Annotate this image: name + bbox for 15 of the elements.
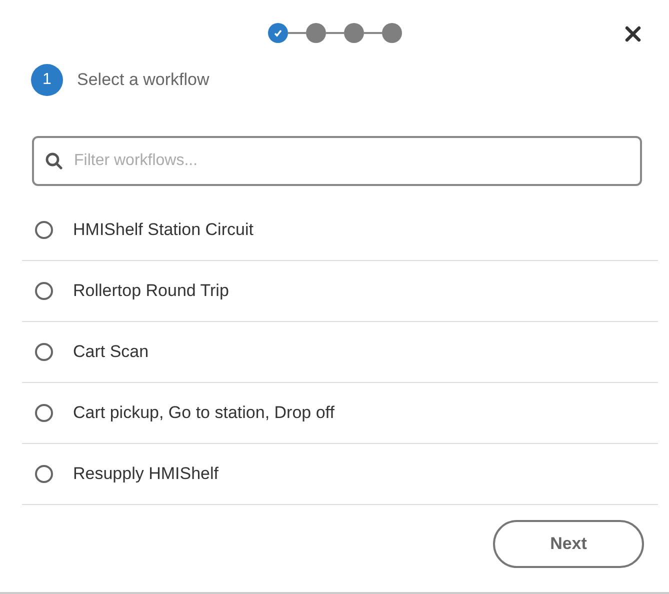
- workflow-option[interactable]: HMIShelf Station Circuit: [22, 200, 658, 261]
- workflow-option[interactable]: Cart pickup, Go to station, Drop off: [22, 383, 658, 444]
- radio-button[interactable]: [35, 404, 53, 422]
- workflow-option[interactable]: Cart Scan: [22, 322, 658, 383]
- workflow-option[interactable]: Resupply HMIShelf: [22, 444, 658, 505]
- step-title: Select a workflow: [77, 70, 210, 90]
- next-button[interactable]: Next: [493, 520, 644, 568]
- radio-button[interactable]: [35, 282, 53, 300]
- radio-button[interactable]: [35, 221, 53, 239]
- workflow-option[interactable]: Rollertop Round Trip: [22, 261, 658, 322]
- radio-button[interactable]: [35, 343, 53, 361]
- search-icon: [45, 152, 63, 170]
- search-field[interactable]: Filter workflows...: [32, 136, 642, 186]
- radio-button[interactable]: [35, 465, 53, 483]
- step-number: 1: [31, 64, 63, 96]
